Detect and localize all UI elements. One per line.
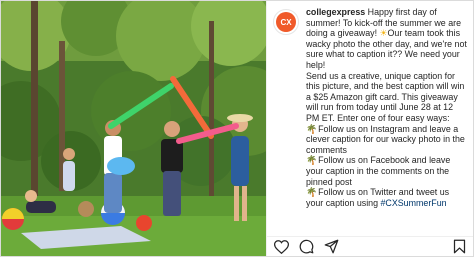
caption-bullet: 🌴Follow us on Twitter and tweet us xyxy=(306,187,467,198)
post-photo[interactable] xyxy=(1,1,266,256)
caption-bullet-text: Follow us on Instagram and leave a cleve… xyxy=(306,123,465,155)
avatar[interactable]: CX xyxy=(273,9,299,35)
username-link[interactable]: collegexpress xyxy=(306,7,365,17)
heart-icon[interactable] xyxy=(273,239,289,255)
caption-body: Send us a creative, unique caption for t… xyxy=(306,70,465,123)
caption-row: CX collegexpress Happy first day of summ… xyxy=(267,1,473,208)
caption-intro: collegexpress Happy first day of summer!… xyxy=(306,7,467,71)
hashtag-link[interactable]: #CXSummerFun xyxy=(381,198,447,208)
action-bar xyxy=(267,236,473,256)
comment-icon[interactable] xyxy=(298,239,314,255)
sun-icon: ☀ xyxy=(379,28,388,39)
share-icon[interactable] xyxy=(323,239,339,255)
caption-bullet: 🌴Follow us on Instagram and leave a clev… xyxy=(306,124,467,156)
caption-bullet: 🌴Follow us on Facebook and leave your ca… xyxy=(306,155,467,187)
caption-bullet-text: Follow us on Facebook and leave your cap… xyxy=(306,155,451,187)
palm-tree-icon: 🌴 xyxy=(306,155,318,166)
palm-tree-icon: 🌴 xyxy=(306,123,318,134)
avatar-logo: CX xyxy=(276,12,296,32)
post-photo-image xyxy=(1,1,266,256)
caption-last-line-text: your caption using xyxy=(306,197,381,208)
caption-last-line: your caption using #CXSummerFun xyxy=(306,198,467,209)
palm-tree-icon: 🌴 xyxy=(306,187,318,198)
bookmark-icon[interactable] xyxy=(451,239,467,255)
post-caption: collegexpress Happy first day of summer!… xyxy=(306,7,467,208)
post-sidebar: CX collegexpress Happy first day of summ… xyxy=(266,1,473,256)
instagram-post: CX collegexpress Happy first day of summ… xyxy=(0,0,474,257)
caption-bullet-text: Follow us on Twitter and tweet us xyxy=(318,187,450,198)
